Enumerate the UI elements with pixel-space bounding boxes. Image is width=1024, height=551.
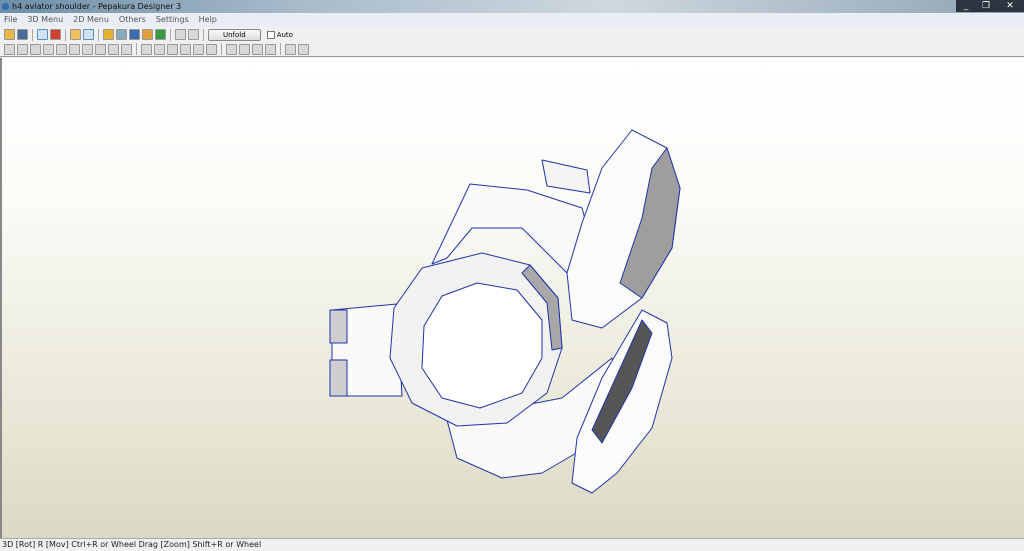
- tool-icon-7[interactable]: [82, 43, 93, 55]
- select-2d-icon[interactable]: [83, 29, 94, 40]
- model-part: [329, 309, 348, 344]
- light-icon[interactable]: [37, 29, 48, 40]
- minimize-button[interactable]: _: [956, 0, 976, 12]
- checkbox-box[interactable]: [266, 30, 275, 39]
- menu-file[interactable]: File: [4, 13, 17, 27]
- texture-icon[interactable]: [155, 29, 166, 40]
- redo-icon[interactable]: [121, 43, 132, 55]
- cylinder-icon[interactable]: [116, 29, 127, 40]
- tool-icon-6[interactable]: [69, 43, 80, 55]
- align-left-icon[interactable]: [226, 43, 237, 55]
- separator: [136, 43, 137, 55]
- tool-icon-4[interactable]: [43, 43, 54, 55]
- auto-checkbox[interactable]: Auto: [266, 30, 293, 39]
- undo-icon[interactable]: [108, 43, 119, 55]
- zoom-out-icon[interactable]: [298, 43, 309, 55]
- toolbar-main: Unfold Auto: [0, 27, 1024, 42]
- close-button[interactable]: ✕: [996, 0, 1024, 12]
- color-cube-icon[interactable]: [50, 29, 61, 40]
- model-part: [329, 359, 348, 397]
- status-text: 3D [Rot] R [Mov] Ctrl+R or Wheel Drag [Z…: [2, 540, 262, 549]
- restore-button[interactable]: ❐: [976, 0, 996, 12]
- select-3d-icon[interactable]: [70, 29, 81, 40]
- menu-others[interactable]: Others: [119, 13, 146, 27]
- flap-icon[interactable]: [142, 29, 153, 40]
- tool-icon-15[interactable]: [193, 43, 204, 55]
- menu-3d[interactable]: 3D Menu: [27, 13, 63, 27]
- unfold-button[interactable]: Unfold: [208, 28, 261, 41]
- title-bar: h4 aviator shoulder - Pepakura Designer …: [0, 0, 1024, 13]
- toolbar-edit: [0, 42, 1024, 57]
- tool-icon-2[interactable]: [17, 43, 28, 55]
- 3d-model: [329, 129, 681, 494]
- menu-settings[interactable]: Settings: [156, 13, 189, 27]
- tool-icon-8[interactable]: [95, 43, 106, 55]
- tool-icon-3[interactable]: [30, 43, 41, 55]
- model-ring-inner: [421, 282, 543, 409]
- separator: [203, 28, 204, 41]
- pencil-icon[interactable]: [103, 29, 114, 40]
- separator: [98, 28, 99, 41]
- tool-icon-12[interactable]: [154, 43, 165, 55]
- tool-icon-14[interactable]: [180, 43, 191, 55]
- anchor-icon[interactable]: [129, 29, 140, 40]
- separator: [65, 28, 66, 41]
- 3d-viewport[interactable]: [0, 58, 1024, 538]
- status-bar: 3D [Rot] R [Mov] Ctrl+R or Wheel Drag [Z…: [0, 538, 1024, 551]
- window-title: h4 aviator shoulder - Pepakura Designer …: [12, 2, 182, 11]
- model-part: [541, 159, 591, 194]
- split-view-icon[interactable]: [175, 29, 186, 40]
- align-right-icon[interactable]: [239, 43, 250, 55]
- tool-icon-13[interactable]: [167, 43, 178, 55]
- single-view-icon[interactable]: [188, 29, 199, 40]
- align-top-icon[interactable]: [252, 43, 263, 55]
- separator: [221, 43, 222, 55]
- menu-help[interactable]: Help: [199, 13, 217, 27]
- open-icon[interactable]: [4, 29, 15, 40]
- app-icon: [2, 3, 9, 10]
- menu-bar: File 3D Menu 2D Menu Others Settings Hel…: [0, 13, 1024, 27]
- tool-icon-16[interactable]: [206, 43, 217, 55]
- auto-label: Auto: [276, 30, 293, 39]
- separator: [170, 28, 171, 41]
- save-icon[interactable]: [17, 29, 28, 40]
- separator: [32, 28, 33, 41]
- zoom-in-icon[interactable]: [285, 43, 296, 55]
- separator: [280, 43, 281, 55]
- tool-icon-11[interactable]: [141, 43, 152, 55]
- menu-2d[interactable]: 2D Menu: [73, 13, 109, 27]
- tool-icon-5[interactable]: [56, 43, 67, 55]
- align-bottom-icon[interactable]: [265, 43, 276, 55]
- tool-icon-1[interactable]: [4, 43, 15, 55]
